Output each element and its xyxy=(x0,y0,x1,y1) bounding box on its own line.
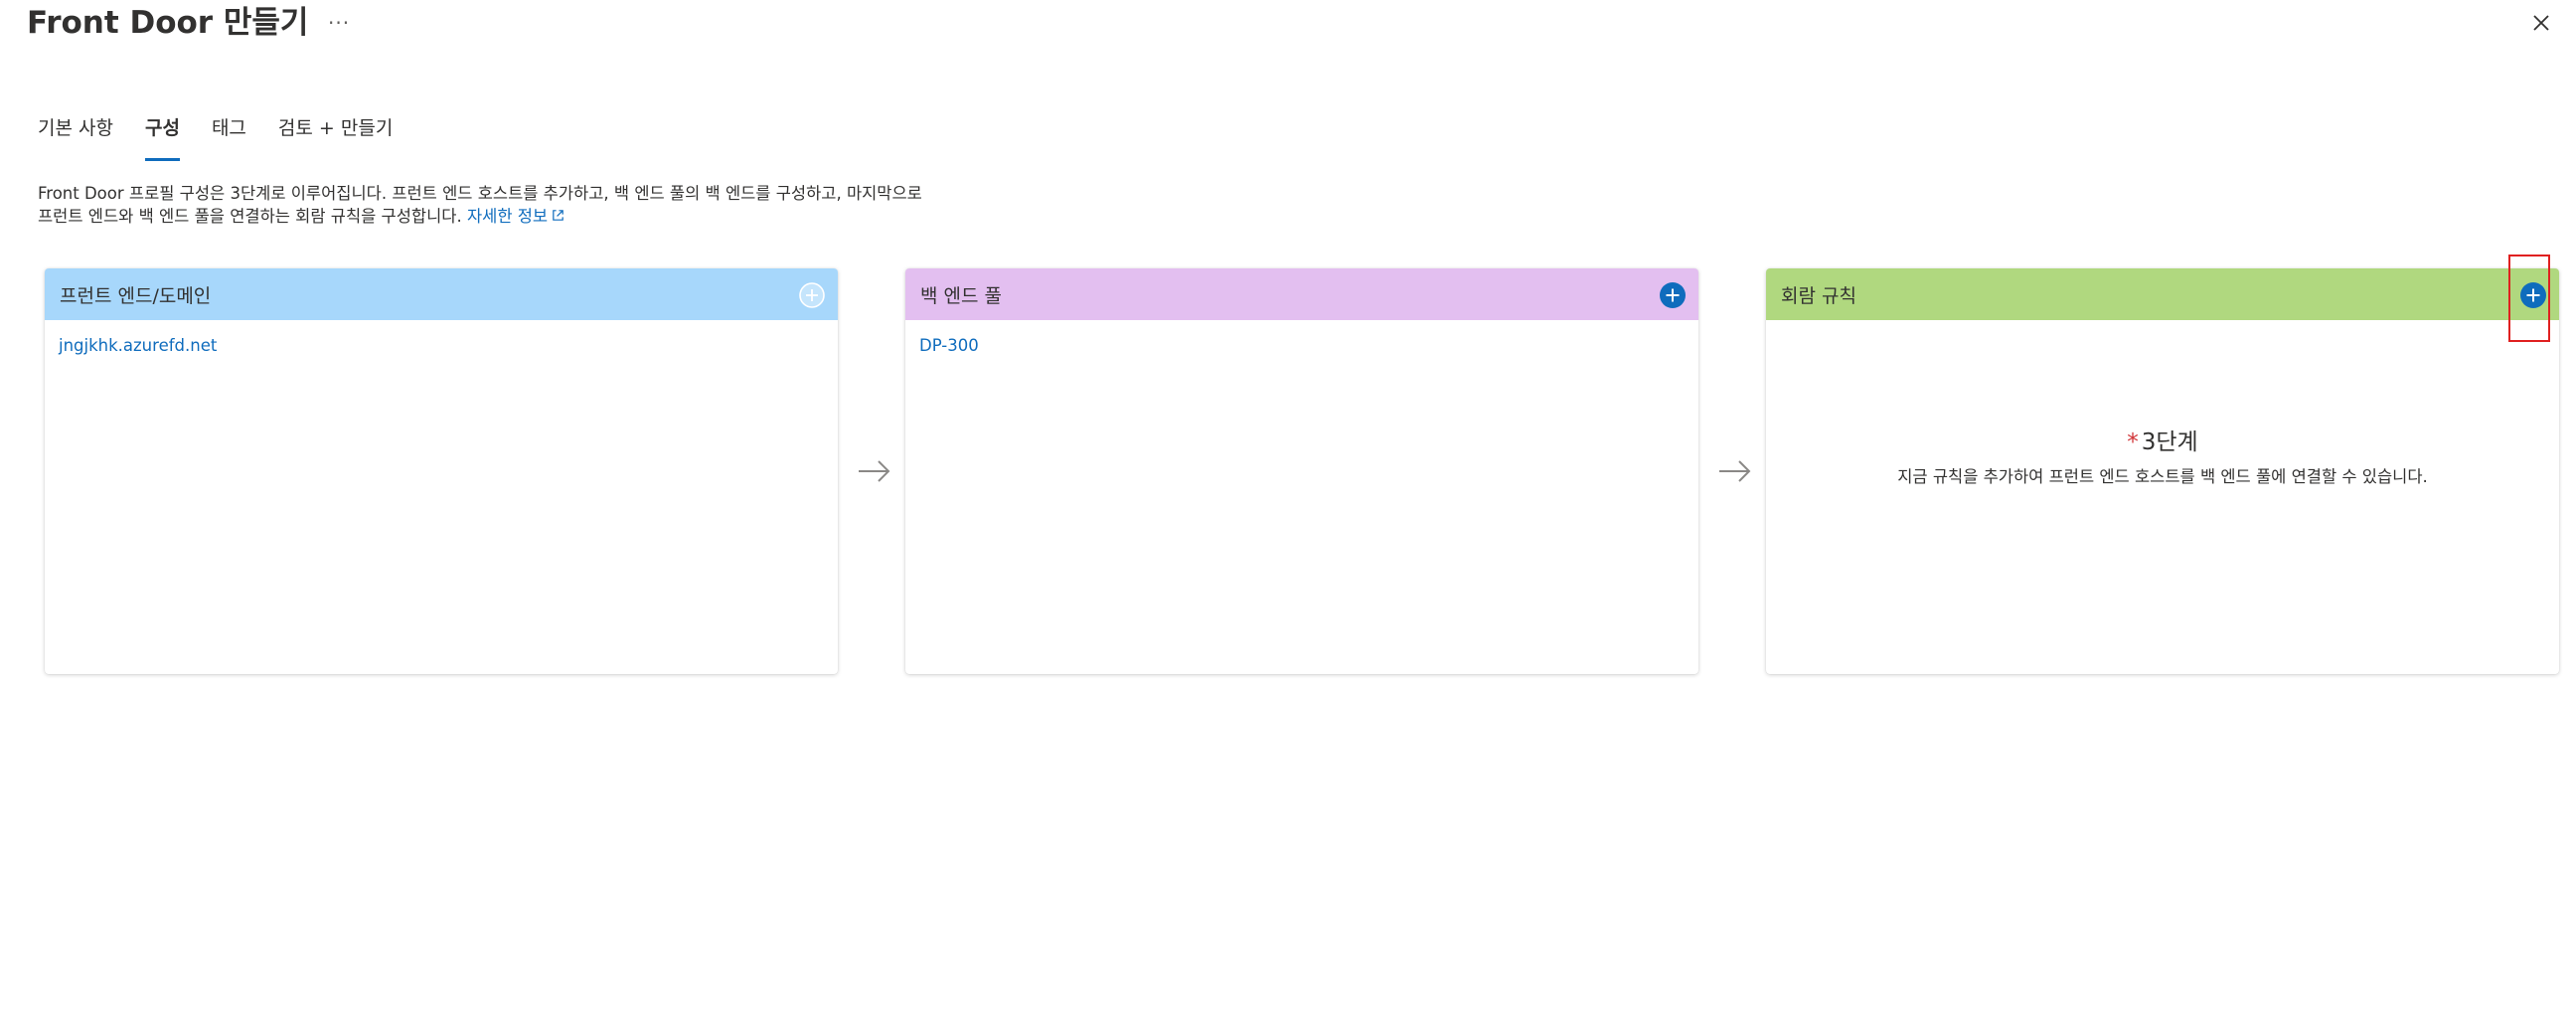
arrow-right-icon xyxy=(1719,460,1751,482)
frontend-card-header: 프런트 엔드/도메인 xyxy=(45,268,838,320)
create-front-door-page: Front Door 만들기 ··· 기본 사항 구성 태그 검토 + 만들기 … xyxy=(0,0,2576,1022)
more-options-button[interactable]: ··· xyxy=(328,6,350,40)
description-line-2: 프런트 엔드와 백 엔드 풀을 연결하는 회람 규칙을 구성합니다. xyxy=(38,207,462,226)
routing-card-title: 회람 규칙 xyxy=(1781,284,1856,307)
add-routing-rule-icon[interactable] xyxy=(2519,281,2547,309)
description-line-1: Front Door 프로필 구성은 3단계로 이루어집니다. 프런트 엔드 호… xyxy=(38,184,922,203)
step-3-description: 지금 규칙을 추가하여 프런트 엔드 호스트를 백 엔드 풀에 연결할 수 있습… xyxy=(1897,467,2428,486)
required-asterisk: * xyxy=(2127,429,2139,455)
add-backend-pool-icon[interactable] xyxy=(1659,281,1687,309)
backend-card-header: 백 엔드 풀 xyxy=(905,268,1698,320)
backend-pool-card: 백 엔드 풀 DP-300 xyxy=(905,268,1698,674)
learn-more-label: 자세한 정보 xyxy=(466,207,549,226)
description: Front Door 프로필 구성은 3단계로 이루어집니다. 프런트 엔드 호… xyxy=(38,182,1131,228)
backend-pool-link[interactable]: DP-300 xyxy=(919,336,979,355)
page-title: Front Door 만들기 xyxy=(27,5,309,41)
frontend-domain-card: 프런트 엔드/도메인 jngjkhk.azurefd.net xyxy=(45,268,838,674)
tab-list: 기본 사항 구성 태그 검토 + 만들기 xyxy=(38,111,424,161)
routing-rules-card: 회람 규칙 * 3단계 지금 규칙을 추가하여 프런트 엔드 호스트를 백 엔드 … xyxy=(1766,268,2559,674)
frontend-card-title: 프런트 엔드/도메인 xyxy=(60,284,212,307)
tab-configuration[interactable]: 구성 xyxy=(144,111,180,161)
learn-more-link[interactable]: 자세한 정보 xyxy=(467,207,565,226)
add-frontend-icon[interactable] xyxy=(798,281,826,309)
tab-review-create[interactable]: 검토 + 만들기 xyxy=(278,111,393,157)
arrow-right-icon xyxy=(859,460,890,482)
tab-tags[interactable]: 태그 xyxy=(212,111,246,157)
close-icon[interactable] xyxy=(2524,6,2558,40)
routing-card-header: 회람 규칙 xyxy=(1766,268,2559,320)
external-link-icon xyxy=(553,210,564,221)
frontend-host-link[interactable]: jngjkhk.azurefd.net xyxy=(59,336,217,355)
step-3-label: 3단계 xyxy=(2141,429,2198,455)
tab-basics[interactable]: 기본 사항 xyxy=(38,111,113,157)
backend-card-title: 백 엔드 풀 xyxy=(920,284,1002,307)
step-3-title: * 3단계 xyxy=(1766,423,2559,456)
